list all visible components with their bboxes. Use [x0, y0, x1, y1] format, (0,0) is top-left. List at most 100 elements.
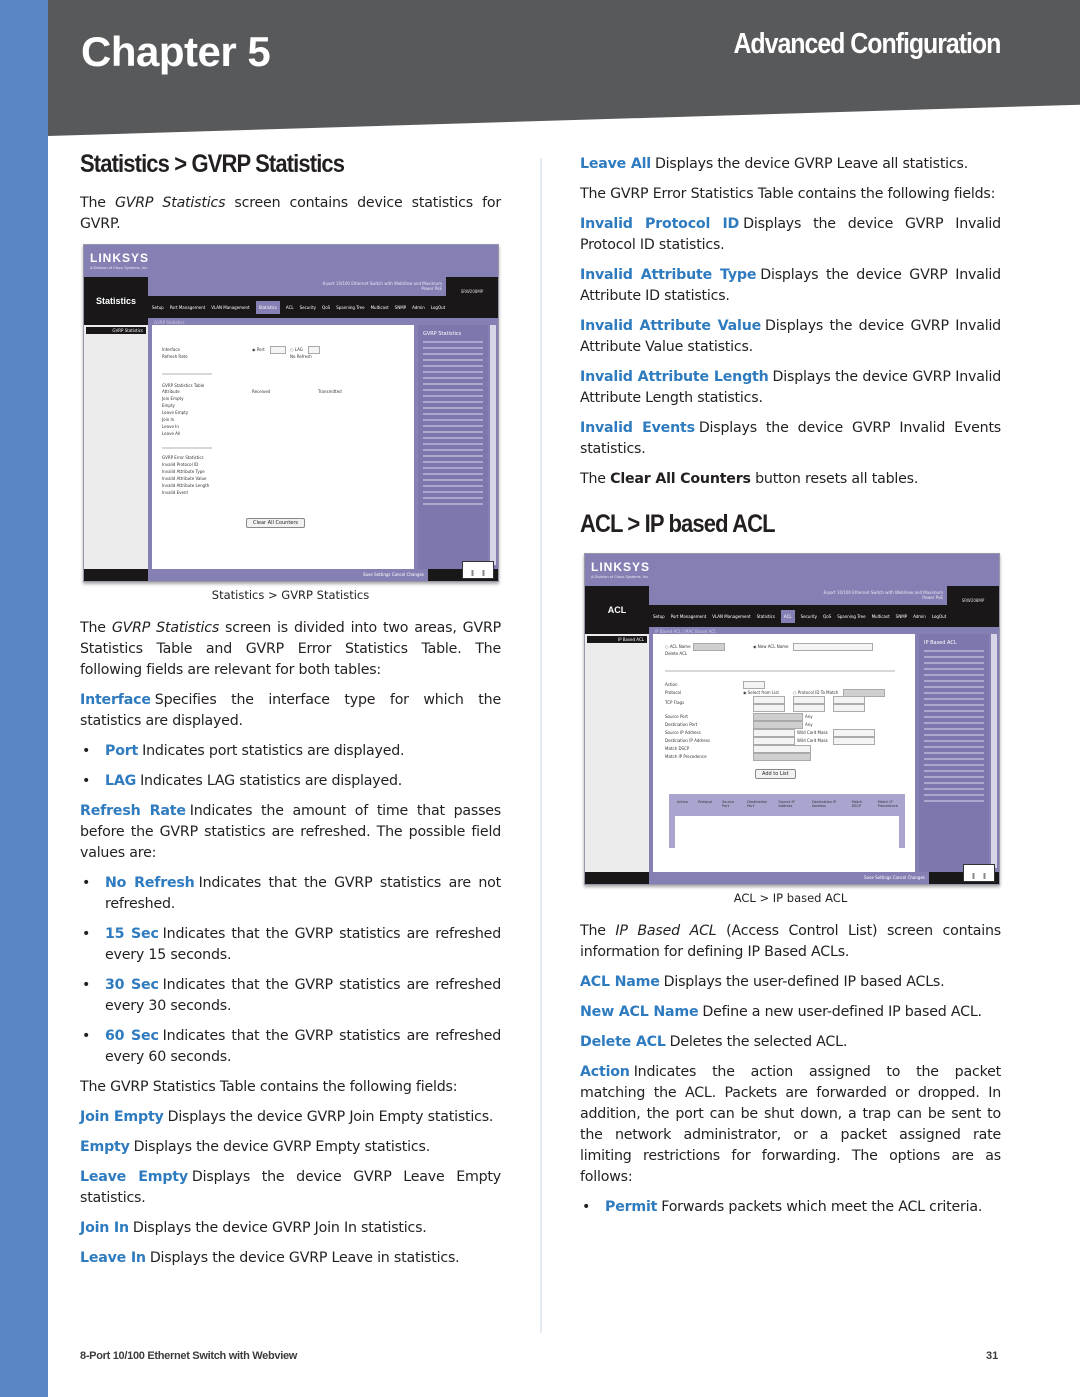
nav-tab: Spanning Tree [336, 304, 365, 310]
section-heading-ip-based-acl: ACL > IP based ACL [580, 510, 776, 538]
sidebar-item-ip-based-acl: IP Based ACL [587, 636, 647, 643]
lag-radio: ○ LAG [290, 347, 303, 352]
list-item: 60 SecIndicates that the GVRP statistics… [80, 1026, 501, 1068]
error-table-intro: The GVRP Error Statistics Table contains… [580, 186, 996, 202]
table-column-header: Match DSCP [851, 800, 863, 808]
field-invalid-attribute-length: Invalid Attribute Length Displays the dev… [580, 369, 1001, 406]
section-heading-gvrp-statistics: Statistics > GVRP Statistics [80, 150, 345, 178]
left-column: Statistics > GVRP Statistics The GVRP St… [80, 150, 501, 1278]
field-leave-empty: Leave Empty Displays the device GVRP Leav… [80, 1169, 501, 1206]
nav-tab: Spanning Tree [837, 613, 866, 619]
product-name: 8-port 10/100 Ethernet Switch with WebVi… [322, 281, 442, 291]
nav-tab: Multicast [370, 304, 389, 310]
figure-caption-gvrp: Statistics > GVRP Statistics [211, 588, 370, 602]
table-column-header: Source IP Address [778, 800, 795, 808]
port-radio: ◉ Port [252, 347, 265, 352]
field-refresh-rate: Refresh Rate Indicates the amount of time… [80, 803, 502, 861]
nav-tab: Security [800, 613, 818, 619]
clear-counters-note: The Clear All Counters button resets all… [580, 471, 919, 487]
action-options-list: PermitForwards packets which meet the AC… [580, 1197, 1001, 1218]
refresh-options-list: No RefreshIndicates that the GVRP statis… [80, 873, 501, 1068]
nav-tab: Statistics [756, 613, 775, 619]
save-cancel-bar: Save Settings Cancel Changes [148, 569, 428, 581]
field-delete-acl: Delete ACL Deletes the selected ACL. [580, 1034, 848, 1050]
section-title: Advanced Configuration [733, 28, 1001, 60]
nav-tab: SNMP [895, 613, 908, 619]
footer-product-name: 8-Port 10/100 Ethernet Switch with Webvi… [80, 1350, 298, 1362]
field-new-acl-name: New ACL Name Define a new user-defined IP… [580, 1004, 982, 1020]
field-empty: Empty Displays the device GVRP Empty stat… [80, 1139, 431, 1155]
nav-tab: Port Management [670, 613, 707, 619]
table-column-header: Destination IP Address [811, 800, 837, 808]
nav-tabs: Setup Port Management VLAN Management Stati… [148, 296, 498, 318]
field-acl-name: ACL Name Displays the user-defined IP bas… [580, 974, 945, 990]
page-number: 31 [986, 1350, 999, 1362]
nav-tab: LogOut [931, 613, 947, 619]
right-column: Leave All Displays the device GVRP Leave … [580, 154, 1001, 1227]
chapter-title: Chapter 5 [81, 28, 271, 75]
screenshot-sidebar: GVRP Statistics [84, 325, 148, 569]
nav-tab: Statistics [255, 300, 280, 314]
nav-tab: SNMP [394, 304, 407, 310]
add-to-list-button: Add to List [755, 769, 796, 779]
gvrp-statistics-screenshot: LINKSYS A Division of Cisco Systems, Inc.… [83, 244, 499, 582]
cisco-logo [462, 561, 494, 579]
linksys-logo: LINKSYS A Division of Cisco Systems, Inc. [90, 251, 150, 270]
nav-tab: QoS [322, 304, 331, 310]
nav-tab: ACL [285, 304, 294, 310]
nav-tab: Port Management [169, 304, 206, 310]
field-leave-all: Leave All Displays the device GVRP Leave … [580, 156, 969, 172]
field-leave-in: Leave In Displays the device GVRP Leave i… [80, 1250, 460, 1266]
screenshot-content: ○ ACL Name ◉ New ACL Name Delete ACL Act… [653, 634, 915, 872]
nav-tab: Multicast [871, 613, 890, 619]
acl-rules-table: Action Protocol Source Port Destination Por… [669, 794, 905, 848]
screenshot-content: Interface Refresh Rate ◉ Port ○ LAG No R… [152, 325, 414, 569]
field-interface: Interface Specifies the interface type fo… [80, 692, 501, 729]
clear-all-counters-button: Clear All Counters [246, 518, 306, 528]
nav-tab: VLAN Management [712, 613, 751, 619]
scrollbar [490, 325, 496, 565]
cisco-logo [963, 864, 995, 882]
list-item: PermitForwards packets which meet the AC… [580, 1197, 1001, 1218]
page-label: ACL [585, 586, 649, 634]
product-name: 8-port 10/100 Ethernet Switch with WebVi… [823, 590, 943, 600]
figure-caption-acl: ACL > IP based ACL [733, 891, 848, 905]
list-item: LAGIndicates LAG statistics are displaye… [80, 771, 501, 792]
nav-tab: Setup [653, 613, 665, 619]
list-item: No RefreshIndicates that the GVRP statis… [80, 873, 501, 915]
list-item: 15 SecIndicates that the GVRP statistics… [80, 924, 501, 966]
nav-tab: QoS [823, 613, 832, 619]
nav-tabs: Setup Port Management VLAN Management Stati… [649, 605, 999, 627]
field-join-in: Join In Displays the device GVRP Join In … [80, 1220, 427, 1236]
nav-tab: Admin [913, 613, 926, 619]
table-column-header: Match IP Precedence [877, 800, 898, 808]
sidebar-item-gvrp-statistics: GVRP Statistics [86, 327, 146, 334]
linksys-logo: LINKSYS A Division of Cisco Systems, Inc. [591, 560, 651, 579]
column-divider [540, 158, 542, 1333]
scrollbar [991, 634, 997, 868]
table-column-header: Action [677, 800, 688, 804]
field-invalid-protocol-id: Invalid Protocol ID Displays the device G… [580, 216, 1001, 253]
nav-tab: ACL [780, 609, 795, 623]
table-column-header: Protocol [697, 800, 713, 804]
field-invalid-attribute-type: Invalid Attribute Type Displays the devic… [580, 267, 1001, 304]
list-item: PortIndicates port statistics are displa… [80, 741, 501, 762]
help-panel: IP Based ACL [919, 634, 989, 872]
help-panel: GVRP Statistics [418, 325, 488, 569]
nav-tab: LogOut [430, 304, 446, 310]
gvrp-intro: The GVRP Statistics screen contains devi… [80, 195, 501, 232]
acl-intro: The IP Based ACL (Access Control List) s… [580, 923, 1001, 960]
nav-tab: VLAN Management [211, 304, 250, 310]
nav-tab: Admin [412, 304, 425, 310]
ip-based-acl-screenshot: LINKSYS A Division of Cisco Systems, Inc.… [584, 553, 1000, 885]
stats-table-intro: The GVRP Statistics Table contains the f… [80, 1079, 458, 1095]
list-item: 30 SecIndicates that the GVRP statistics… [80, 975, 501, 1017]
left-accent-bar [0, 0, 48, 1397]
table-column-header: Destination Port [747, 800, 768, 808]
nav-tab: Security [299, 304, 317, 310]
save-cancel-bar: Save Settings Cancel Changes [649, 872, 929, 884]
nav-tab: Setup [152, 304, 164, 310]
interface-options-list: PortIndicates port statistics are displa… [80, 741, 501, 792]
field-join-empty: Join Empty Displays the device GVRP Join … [80, 1109, 494, 1125]
gvrp-areas-paragraph: The GVRP Statistics screen is divided in… [80, 620, 501, 678]
